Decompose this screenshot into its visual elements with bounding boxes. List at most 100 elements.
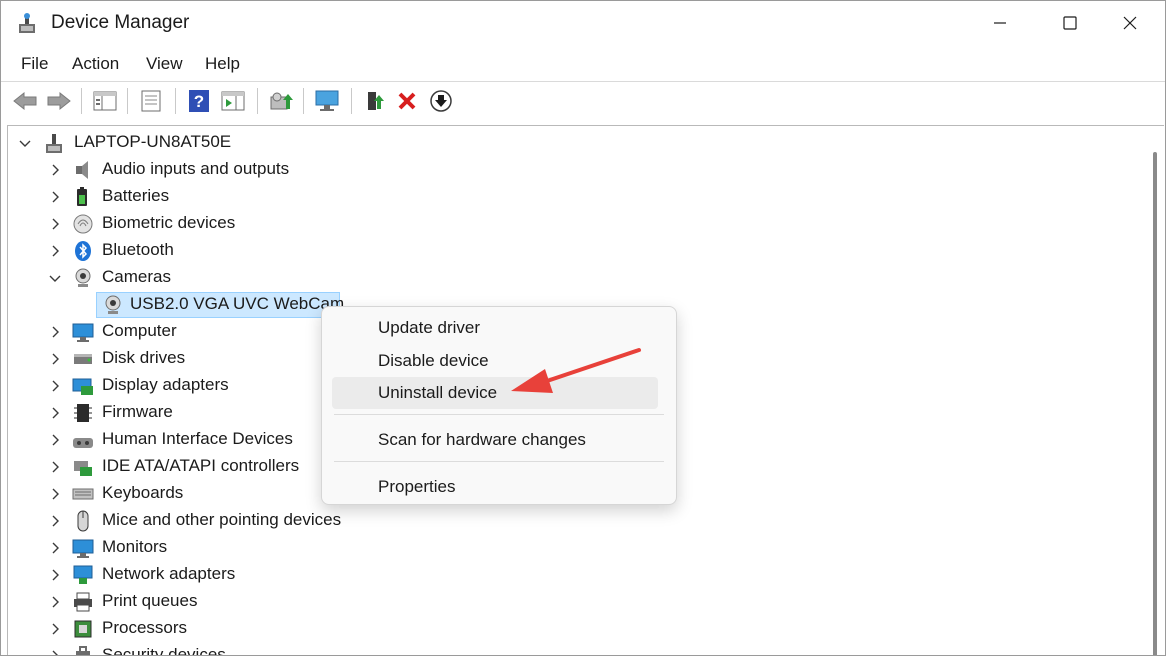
- security-icon: [76, 646, 90, 655]
- monitor-icon: [72, 323, 94, 342]
- menu-view[interactable]: View: [146, 54, 183, 74]
- disk-icon: [74, 354, 92, 364]
- chip-icon: [74, 404, 92, 422]
- menu-scan-hardware-changes[interactable]: Scan for hardware changes: [332, 424, 658, 456]
- forward-button[interactable]: [45, 87, 73, 115]
- chevron-right-icon[interactable]: [48, 514, 62, 528]
- chevron-right-icon[interactable]: [48, 568, 62, 582]
- close-button[interactable]: [1095, 1, 1165, 45]
- menu-update-driver[interactable]: Update driver: [332, 312, 658, 344]
- webcam-icon: [75, 268, 91, 287]
- category-label: Network adapters: [102, 564, 236, 583]
- battery-icon: [77, 187, 87, 206]
- fingerprint-icon: [73, 214, 93, 234]
- chevron-right-icon[interactable]: [48, 244, 62, 258]
- tree-category-network-adapters[interactable]: Network adapters: [8, 561, 1148, 588]
- properties-button[interactable]: [137, 87, 165, 115]
- chevron-right-icon[interactable]: [48, 217, 62, 231]
- menu-file[interactable]: File: [21, 54, 48, 74]
- help-button[interactable]: ?: [185, 87, 213, 115]
- monitor-icon: [72, 539, 94, 558]
- category-label: Monitors: [102, 537, 168, 556]
- back-button[interactable]: [11, 87, 39, 115]
- chevron-right-icon[interactable]: [48, 433, 62, 447]
- action-pane-icon: [221, 91, 245, 111]
- uninstall-device-button[interactable]: [393, 87, 421, 115]
- scan-hardware-changes-button[interactable]: [313, 87, 341, 115]
- menu-bar: File Action View Help: [1, 45, 1165, 81]
- category-label: Bluetooth: [102, 240, 174, 259]
- chevron-right-icon[interactable]: [48, 379, 62, 393]
- chevron-right-icon[interactable]: [48, 622, 62, 636]
- tree-category-security-devices[interactable]: Security devices: [8, 642, 1148, 656]
- scan-hardware-icon: [315, 90, 339, 111]
- ide-controller-icon: [74, 461, 92, 476]
- chevron-right-icon[interactable]: [48, 460, 62, 474]
- mouse-icon: [77, 510, 89, 532]
- tree-category-cameras[interactable]: Cameras: [8, 264, 1148, 291]
- title-bar: Device Manager: [1, 1, 1165, 45]
- chevron-down-icon[interactable]: [18, 136, 32, 150]
- tree-category-mice-and-other-pointing-devices[interactable]: Mice and other pointing devices: [8, 507, 1148, 534]
- category-label: Display adapters: [102, 375, 229, 394]
- menu-help[interactable]: Help: [205, 54, 240, 74]
- chevron-right-icon[interactable]: [48, 163, 62, 177]
- menu-properties[interactable]: Properties: [332, 471, 658, 503]
- download-icon: [430, 90, 452, 112]
- tree-root[interactable]: LAPTOP-UN8AT50E: [8, 129, 1148, 156]
- webcam-label: USB2.0 VGA UVC WebCam: [130, 294, 345, 313]
- hid-icon: [73, 438, 93, 448]
- chevron-right-icon[interactable]: [48, 325, 62, 339]
- network-icon: [73, 565, 93, 584]
- category-label: Batteries: [102, 186, 170, 205]
- menu-action[interactable]: Action: [72, 54, 119, 74]
- category-label: Security devices: [102, 645, 226, 656]
- chevron-right-icon[interactable]: [48, 352, 62, 366]
- chevron-right-icon[interactable]: [48, 541, 62, 555]
- category-label: Cameras: [102, 267, 171, 286]
- category-label: Mice and other pointing devices: [102, 510, 342, 529]
- toolbar: ?: [1, 81, 1165, 122]
- chevron-right-icon[interactable]: [48, 595, 62, 609]
- menu-separator: [334, 461, 664, 462]
- uninstall-icon: [398, 92, 416, 110]
- disable-device-button[interactable]: [427, 87, 455, 115]
- display-adapter-icon: [72, 378, 93, 395]
- device-manager-icon: [19, 13, 35, 33]
- chevron-right-icon[interactable]: [48, 406, 62, 420]
- context-menu: Update driver Disable device Uninstall d…: [321, 306, 677, 505]
- keyboard-icon: [72, 488, 94, 500]
- minimize-button[interactable]: [965, 1, 1035, 45]
- chevron-right-icon[interactable]: [48, 190, 62, 204]
- update-driver-button[interactable]: [267, 87, 295, 115]
- action-pane-button[interactable]: [219, 87, 247, 115]
- annotation-arrow-icon: [511, 348, 641, 393]
- category-label: Human Interface Devices: [102, 429, 293, 448]
- category-label: Computer: [102, 321, 177, 340]
- vertical-scrollbar[interactable]: [1148, 126, 1164, 655]
- show-hide-console-tree-button[interactable]: [91, 87, 119, 115]
- svg-text:?: ?: [194, 92, 204, 111]
- tree-category-batteries[interactable]: Batteries: [8, 183, 1148, 210]
- uninstall-device-label: Uninstall device: [378, 383, 498, 402]
- tree-category-bluetooth[interactable]: Bluetooth: [8, 237, 1148, 264]
- category-label: Disk drives: [102, 348, 186, 367]
- minimize-icon: [994, 22, 1006, 24]
- bluetooth-icon: [75, 241, 91, 261]
- chevron-right-icon[interactable]: [48, 649, 62, 656]
- tree-category-processors[interactable]: Processors: [8, 615, 1148, 642]
- chevron-down-icon[interactable]: [48, 271, 62, 285]
- tree-category-monitors[interactable]: Monitors: [8, 534, 1148, 561]
- tree-category-audio-inputs-and-outputs[interactable]: Audio inputs and outputs: [8, 156, 1148, 183]
- category-label: Print queues: [102, 591, 198, 610]
- properties-icon: [141, 90, 161, 112]
- scan-hardware-changes-label: Scan for hardware changes: [378, 430, 586, 449]
- enable-device-button[interactable]: [361, 87, 389, 115]
- close-icon: [1123, 16, 1137, 30]
- tree-category-biometric-devices[interactable]: Biometric devices: [8, 210, 1148, 237]
- computer-root-icon: [46, 134, 62, 153]
- chevron-right-icon[interactable]: [48, 487, 62, 501]
- scrollbar-thumb[interactable]: [1153, 152, 1157, 655]
- printer-icon: [74, 592, 92, 612]
- tree-category-print-queues[interactable]: Print queues: [8, 588, 1148, 615]
